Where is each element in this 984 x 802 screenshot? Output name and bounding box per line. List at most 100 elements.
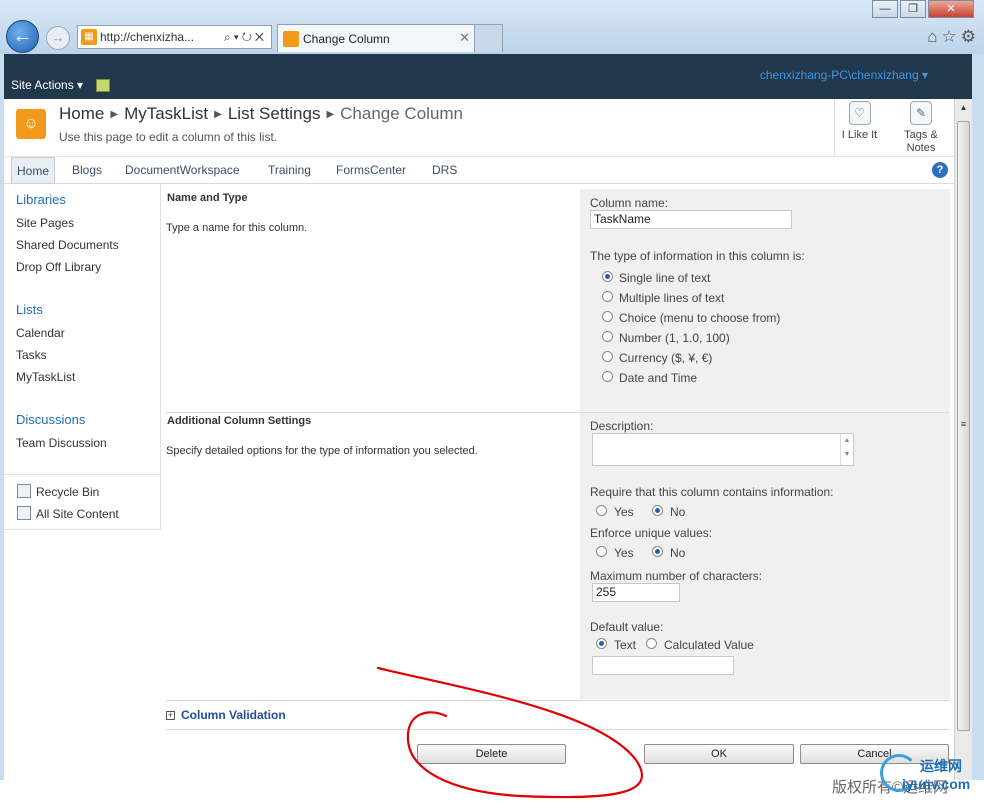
additional-settings-description: Additional Column Settings Specify detai… bbox=[166, 413, 580, 699]
quicklaunch-divider bbox=[4, 474, 161, 475]
back-arrow-icon[interactable]: ← bbox=[6, 20, 39, 53]
breadcrumb-separator-icon: ▶ bbox=[214, 109, 222, 120]
browser-tab[interactable]: Change Column ✕ bbox=[277, 24, 503, 52]
breadcrumb-list-settings[interactable]: List Settings bbox=[228, 104, 321, 123]
topnav-blogs[interactable]: Blogs bbox=[72, 157, 102, 184]
quicklaunch-recycle-bin[interactable]: Recycle Bin bbox=[36, 485, 99, 499]
top-navigation: Home Blogs DocumentWorkspace Training Fo… bbox=[4, 156, 954, 184]
column-name-input[interactable]: TaskName bbox=[590, 210, 792, 229]
default-text-radio[interactable] bbox=[596, 638, 607, 649]
scroll-up-icon[interactable]: ▲ bbox=[955, 103, 972, 112]
topnav-drs[interactable]: DRS bbox=[432, 157, 457, 184]
tab-close-icon[interactable]: ✕ bbox=[459, 30, 470, 46]
default-value-label: Default value: bbox=[590, 620, 664, 634]
quicklaunch-all-site-content[interactable]: All Site Content bbox=[36, 507, 119, 521]
quick-launch: Libraries Site Pages Shared Documents Dr… bbox=[4, 184, 161, 530]
tab-title: Change Column bbox=[303, 32, 390, 46]
type-multiple-lines-radio[interactable] bbox=[602, 291, 613, 302]
breadcrumb-current: Change Column bbox=[340, 104, 464, 123]
enforce-yes-radio[interactable] bbox=[596, 546, 607, 557]
quicklaunch-discussions[interactable]: Discussions bbox=[16, 412, 85, 427]
require-no-radio[interactable] bbox=[652, 505, 663, 516]
require-yes-label: Yes bbox=[614, 505, 634, 519]
close-window-icon[interactable]: ✕ bbox=[928, 0, 974, 18]
tags-notes-button[interactable]: ✎ Tags & Notes bbox=[894, 99, 948, 156]
quicklaunch-lists[interactable]: Lists bbox=[16, 302, 43, 317]
breadcrumb-mytasklist[interactable]: MyTaskList bbox=[124, 104, 208, 123]
site-favicon-icon: ▦ bbox=[81, 29, 97, 45]
textarea-scrollbar[interactable]: ▲ ▼ bbox=[840, 434, 853, 465]
quicklaunch-mytasklist[interactable]: MyTaskList bbox=[16, 370, 75, 384]
page-scrollbar[interactable]: ▲ ≡ bbox=[954, 99, 972, 780]
default-text-label: Text bbox=[614, 638, 637, 652]
all-site-content-icon bbox=[17, 506, 31, 520]
favorites-star-icon[interactable]: ☆ bbox=[942, 27, 961, 46]
quicklaunch-shared-documents[interactable]: Shared Documents bbox=[16, 238, 119, 252]
quicklaunch-site-pages[interactable]: Site Pages bbox=[16, 216, 74, 230]
tab-favicon-icon bbox=[283, 31, 299, 47]
type-choice-label: Choice (menu to choose from) bbox=[619, 311, 781, 325]
default-calculated-radio[interactable] bbox=[646, 638, 657, 649]
delete-button[interactable]: Delete bbox=[417, 744, 566, 764]
navigate-up-icon[interactable] bbox=[96, 79, 110, 92]
watermark-logo: 运维网 iyunv.com bbox=[880, 752, 976, 800]
column-validation-link[interactable]: Column Validation bbox=[181, 708, 286, 722]
address-bar[interactable]: ▦ http://chenxizha... ⌕▾↻✕ bbox=[77, 25, 272, 49]
minimize-icon[interactable]: — bbox=[872, 0, 898, 18]
additional-settings-controls: Description: ▲ ▼ Require that this column… bbox=[580, 413, 950, 699]
notes-label: Notes bbox=[906, 142, 936, 154]
help-icon[interactable]: ? bbox=[932, 162, 948, 178]
type-single-line-radio[interactable] bbox=[602, 271, 613, 282]
topnav-formscenter[interactable]: FormsCenter bbox=[336, 157, 406, 184]
i-like-it-button[interactable]: ♡ I Like It bbox=[834, 99, 884, 156]
quicklaunch-drop-off-library[interactable]: Drop Off Library bbox=[16, 260, 101, 274]
topnav-training[interactable]: Training bbox=[268, 157, 311, 184]
expand-plus-icon[interactable]: + bbox=[166, 711, 175, 720]
type-choice-radio[interactable] bbox=[602, 311, 613, 322]
ok-button[interactable]: OK bbox=[644, 744, 794, 764]
user-menu[interactable]: chenxizhang-PC\chenxizhang ▾ bbox=[760, 68, 928, 82]
forward-arrow-icon[interactable]: → bbox=[46, 26, 70, 50]
tag-note-icon: ✎ bbox=[910, 101, 932, 125]
site-actions-label: Site Actions bbox=[11, 78, 74, 92]
browser-window: ← → ▦ http://chenxizha... ⌕▾↻✕ Change Co… bbox=[0, 0, 984, 802]
quicklaunch-team-discussion[interactable]: Team Discussion bbox=[16, 436, 107, 450]
enforce-no-label: No bbox=[670, 546, 686, 560]
settings-gear-icon[interactable]: ⚙ bbox=[961, 27, 980, 46]
require-yes-radio[interactable] bbox=[596, 505, 607, 516]
site-actions-menu[interactable]: Site Actions ▾ bbox=[11, 78, 83, 92]
sharepoint-ribbon-bar: Site Actions ▾ chenxizhang-PC\chenxizhan… bbox=[4, 54, 972, 99]
column-name-label: Column name: bbox=[590, 196, 669, 210]
name-type-title: Name and Type bbox=[167, 192, 248, 204]
type-date-time-label: Date and Time bbox=[619, 371, 698, 385]
default-value-input[interactable] bbox=[592, 656, 734, 675]
page-subtitle: Use this page to edit a column of this l… bbox=[59, 130, 278, 144]
type-number-radio[interactable] bbox=[602, 331, 613, 342]
site-logo-icon[interactable]: ☺ bbox=[16, 109, 46, 139]
breadcrumb-home[interactable]: Home bbox=[59, 104, 104, 123]
max-chars-input[interactable]: 255 bbox=[592, 583, 680, 602]
browser-toolbar: ← → ▦ http://chenxizha... ⌕▾↻✕ Change Co… bbox=[0, 0, 984, 54]
column-validation-row[interactable]: + Column Validation bbox=[166, 700, 950, 730]
additional-settings-title: Additional Column Settings bbox=[167, 415, 312, 427]
new-tab-button[interactable] bbox=[474, 25, 502, 52]
quicklaunch-libraries[interactable]: Libraries bbox=[16, 192, 66, 207]
enforce-yes-label: Yes bbox=[614, 546, 634, 560]
type-date-time-radio[interactable] bbox=[602, 371, 613, 382]
additional-settings-desc: Specify detailed options for the type of… bbox=[166, 445, 478, 457]
quicklaunch-tasks[interactable]: Tasks bbox=[16, 348, 47, 362]
description-textarea[interactable]: ▲ ▼ bbox=[592, 433, 854, 466]
home-icon[interactable]: ⌂ bbox=[927, 27, 941, 46]
thumbs-up-tag-icon: ♡ bbox=[848, 101, 871, 125]
maximize-icon[interactable]: ❐ bbox=[900, 0, 926, 18]
max-chars-label: Maximum number of characters: bbox=[590, 569, 763, 583]
enforce-no-radio[interactable] bbox=[652, 546, 663, 557]
topnav-documentworkspace[interactable]: DocumentWorkspace bbox=[125, 157, 240, 184]
name-type-desc: Type a name for this column. bbox=[166, 222, 308, 234]
topnav-home[interactable]: Home bbox=[11, 157, 56, 184]
type-number-label: Number (1, 1.0, 100) bbox=[619, 331, 730, 345]
quicklaunch-calendar[interactable]: Calendar bbox=[16, 326, 65, 340]
address-tools[interactable]: ⌕▾↻✕ bbox=[224, 26, 267, 48]
type-currency-radio[interactable] bbox=[602, 351, 613, 362]
main-content: Libraries Site Pages Shared Documents Dr… bbox=[4, 184, 954, 780]
